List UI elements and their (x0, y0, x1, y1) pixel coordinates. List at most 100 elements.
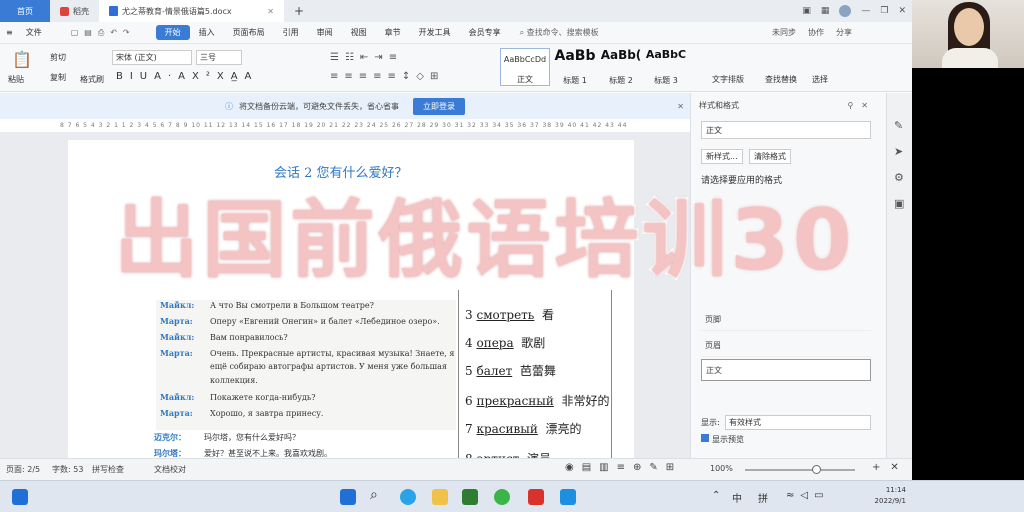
tab-home[interactable]: 首页 (0, 0, 50, 22)
edge-icon[interactable] (400, 489, 416, 505)
clock[interactable]: 11:14 2022/9/1 (875, 485, 906, 507)
dialogue-text: 玛尔塔，您有什么爱好吗？ (204, 433, 300, 442)
app-icon[interactable] (462, 489, 478, 505)
tab-daoke-label: 稻壳 (73, 6, 89, 16)
paragraph-list-icons[interactable]: ☰☷⇤⇥≡ (330, 52, 403, 63)
new-style-button[interactable]: 新样式... (701, 149, 743, 164)
menu-view[interactable]: 视图 (342, 27, 376, 38)
preview-checkbox[interactable]: 显示预览 (701, 434, 744, 445)
tab-daoke[interactable]: 稻壳 (50, 0, 99, 22)
current-style-select[interactable]: 正文 (701, 121, 871, 139)
tab-document[interactable]: 尤之蒂教育-情景俄语篇5.docx ✕ (99, 0, 284, 22)
menu-review[interactable]: 审阅 (308, 27, 342, 38)
collab-button[interactable]: 协作 (808, 27, 824, 38)
window-close-icon[interactable]: ✕ (898, 6, 906, 16)
windows-start-icon[interactable] (12, 489, 28, 505)
wechat-icon[interactable] (494, 489, 510, 505)
close-icon[interactable]: ✕ (267, 7, 274, 16)
grid-icon[interactable]: ▦ (821, 6, 830, 16)
text-layout-button[interactable]: 文字排版 (712, 74, 744, 85)
tray-chevron-icon[interactable]: ⌃ (712, 490, 720, 501)
banner-text: 将文档备份云端，可避免文件丢失，省心省事 (239, 101, 399, 111)
sync-button[interactable]: 未同步 (772, 27, 796, 38)
menu-bar: ≡ 文件 ▢▤⎙↶↷ 开始 插入 页面布局 引用 审阅 视图 章节 开发工具 会… (0, 22, 912, 44)
login-button[interactable]: 立即登录 (413, 97, 465, 115)
new-tab-button[interactable]: + (284, 0, 314, 22)
start-icon[interactable] (340, 489, 356, 505)
zoom-level[interactable]: 100% (710, 464, 733, 473)
minimize-icon[interactable]: — (861, 6, 870, 16)
find-replace-button[interactable]: 查找替换 (765, 74, 797, 85)
show-select[interactable]: 有效样式 (725, 415, 871, 430)
pane-controls-icon[interactable]: ⚲✕ (847, 101, 876, 110)
style-h1[interactable]: AaBb 标题 1 (552, 48, 598, 86)
webcam-overlay (912, 0, 1024, 68)
restore-icon[interactable]: ❐ (880, 6, 888, 16)
meeting-icon[interactable] (560, 489, 576, 505)
pointer-icon[interactable]: ➤ (894, 145, 903, 158)
vocab-num: 5 (465, 364, 473, 378)
align-icons[interactable]: ≡≡≡≡≡↕◇⊞ (330, 71, 444, 82)
ruler: 8 7 6 5 4 3 2 1 1 2 3 4 5 6 7 8 9 10 11 … (60, 122, 630, 129)
zoom-knob[interactable] (812, 465, 821, 474)
select-button[interactable]: 选择 (812, 74, 828, 85)
ime-mode[interactable]: 拼 (758, 490, 768, 505)
checkbox-icon (701, 434, 709, 442)
style-normal[interactable]: AaBbCcDd 正文 (500, 48, 550, 86)
layout-icon[interactable]: ▣ (802, 6, 811, 16)
vocab-row: 5 балет 芭蕾舞 (465, 362, 556, 379)
speaker: Майкл: (160, 300, 195, 310)
vocab-zh: 漂亮的 (545, 422, 582, 436)
quick-access-icons[interactable]: ▢▤⎙↶↷ (71, 28, 136, 38)
style-item-footer[interactable]: 页脚 (701, 309, 871, 331)
menu-reference[interactable]: 引用 (274, 27, 308, 38)
dialogue-text: 爱好？甚至说不上来。我喜欢戏剧。 (204, 449, 332, 458)
style-h2-label: 标题 2 (609, 76, 633, 85)
edit-icon[interactable]: ✎ (894, 119, 903, 132)
menu-layout[interactable]: 页面布局 (224, 27, 274, 38)
tray-icons[interactable]: ≈◁▭ (786, 490, 830, 501)
view-mode-icons[interactable]: ◉▤▥≡⊕✎⊞ (565, 462, 682, 473)
doc-proof[interactable]: 文档校对 (154, 464, 186, 475)
folder-icon[interactable] (432, 489, 448, 505)
style-h2[interactable]: AaBb(标题 2 (598, 48, 644, 86)
format-painter-button[interactable]: 格式刷 (80, 74, 104, 85)
dialogue-line: Майкл: А что Вы смотрели в Большом театре… (160, 300, 374, 310)
wps-icon[interactable] (528, 489, 544, 505)
menu-section[interactable]: 章节 (376, 27, 410, 38)
vocab-ru: смотреть (476, 308, 535, 322)
banner-close-icon[interactable]: ✕ (677, 102, 684, 111)
search-icon[interactable]: ⌕ (370, 487, 386, 503)
menu-file[interactable]: 文件 (17, 27, 51, 38)
style-item-normal[interactable]: 正文 (701, 359, 871, 381)
copy-button[interactable]: 复制 (50, 72, 66, 83)
menu-member[interactable]: 会员专享 (460, 27, 510, 38)
paste-button[interactable]: 粘贴 (8, 74, 24, 85)
share-button[interactable]: 分享 (836, 27, 852, 38)
font-format-icons[interactable]: BIUA·AX²XA̲A (116, 71, 258, 82)
cut-button[interactable]: 剪切 (50, 52, 66, 63)
vocab-ru: прекрасный (476, 394, 554, 408)
font-size-select[interactable]: 三号 (196, 50, 242, 65)
zoom-slider[interactable] (745, 469, 855, 471)
vocab-num: 4 (465, 336, 473, 350)
font-select[interactable]: 宋体 (正文) (112, 50, 192, 65)
spell-check[interactable]: 拼写检查 (92, 464, 124, 475)
page-indicator[interactable]: 页面: 2/5 (6, 464, 40, 475)
clock-date: 2022/9/1 (874, 497, 906, 505)
ime-lang[interactable]: 中 (732, 490, 742, 505)
clear-format-button[interactable]: 清除格式 (749, 149, 791, 164)
menu-icon[interactable]: ≡ (6, 28, 13, 37)
avatar[interactable] (839, 5, 852, 17)
zoom-buttons[interactable]: +✕ (872, 462, 909, 473)
style-h3[interactable]: AaBbC 标题 3 (644, 48, 688, 86)
word-count[interactable]: 字数: 53 (52, 464, 83, 475)
style-item-header[interactable]: 页眉 (701, 335, 871, 357)
dialogue-text: Очень. Прекрасные артисты, красивая музы… (210, 349, 455, 358)
menu-start[interactable]: 开始 (155, 25, 190, 40)
menu-devtools[interactable]: 开发工具 (410, 27, 460, 38)
menu-insert[interactable]: 插入 (190, 27, 224, 38)
command-search[interactable]: ⌕ 查找命令、搜索模板 (520, 27, 599, 38)
speaker: Майкл: (160, 392, 195, 402)
paste-icon[interactable]: 📋 (12, 50, 32, 69)
